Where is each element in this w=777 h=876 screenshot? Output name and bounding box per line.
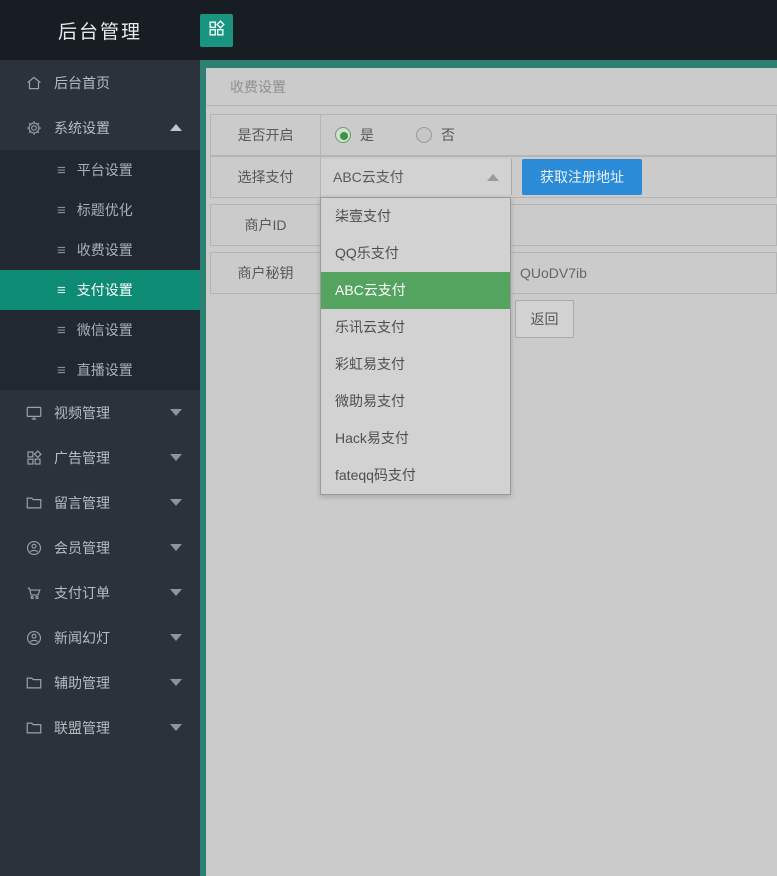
merchant-id-label: 商户ID <box>211 205 321 245</box>
list-icon: ≡ <box>57 201 66 219</box>
chevron-up-icon <box>170 124 182 131</box>
list-icon: ≡ <box>57 281 66 299</box>
enable-label: 是否开启 <box>211 115 321 155</box>
sidebar-item-alliance-management[interactable]: 联盟管理 <box>0 705 200 750</box>
sidebar-item-label: 微信设置 <box>76 322 133 338</box>
chevron-down-icon <box>170 589 182 596</box>
chevron-up-icon <box>487 173 499 181</box>
sidebar-item-ad-management[interactable]: 广告管理 <box>0 435 200 480</box>
radio-yes-label: 是 <box>360 127 374 143</box>
cart-icon <box>25 584 43 602</box>
admin-app: 后台管理 后台首页 系统设置 ≡ 平台设置 ≡ 标题优化 ≡ 收费设置 ≡ 支付… <box>0 0 777 876</box>
user-circle-icon <box>25 539 43 557</box>
sidebar-item-payment-orders[interactable]: 支付订单 <box>0 570 200 615</box>
sidebar-item-label: 支付订单 <box>54 584 110 601</box>
sidebar-item-message-management[interactable]: 留言管理 <box>0 480 200 525</box>
folder-icon <box>25 494 43 512</box>
sidebar-item-label: 会员管理 <box>54 539 110 556</box>
radio-selected-icon <box>335 127 351 143</box>
sidebar-item-system-settings[interactable]: 系统设置 <box>0 105 200 150</box>
top-header: 后台管理 <box>0 0 777 60</box>
merchant-key-label: 商户秘钥 <box>211 253 321 293</box>
dropdown-option[interactable]: 柒壹支付 <box>321 198 510 235</box>
gear-icon <box>25 119 43 137</box>
app-grid-button[interactable] <box>200 13 233 47</box>
sidebar-item-news-slides[interactable]: 新闻幻灯 <box>0 615 200 660</box>
user-circle-icon <box>25 629 43 647</box>
app-grid-icon <box>207 19 226 41</box>
sidebar-item-platform-settings[interactable]: ≡ 平台设置 <box>0 150 200 190</box>
list-icon: ≡ <box>57 361 66 379</box>
grid-icon <box>25 449 43 467</box>
folder-icon <box>25 719 43 737</box>
sidebar-item-label: 系统设置 <box>54 119 110 136</box>
dropdown-option[interactable]: fateqq码支付 <box>321 457 510 494</box>
main-content: 收费设置 是否开启 是 否 选择支付 ABC云支付 获取注册地址 商户ID 商户… <box>200 60 777 876</box>
radio-no-label: 否 <box>441 127 455 143</box>
back-button[interactable]: 返回 <box>515 300 574 338</box>
get-register-url-button[interactable]: 获取注册地址 <box>522 159 642 195</box>
chevron-down-icon <box>170 679 182 686</box>
sidebar-item-label: 直播设置 <box>76 362 133 378</box>
sidebar-item-video-management[interactable]: 视频管理 <box>0 390 200 435</box>
chevron-down-icon <box>170 544 182 551</box>
system-settings-submenu: ≡ 平台设置 ≡ 标题优化 ≡ 收费设置 ≡ 支付设置 ≡ 微信设置 ≡ 直播设… <box>0 150 200 390</box>
chevron-down-icon <box>170 634 182 641</box>
sidebar-item-label: 支付设置 <box>76 282 133 298</box>
sidebar-item-label: 广告管理 <box>54 449 110 466</box>
dropdown-option[interactable]: 微助易支付 <box>321 383 510 420</box>
dropdown-option[interactable]: Hack易支付 <box>321 420 510 457</box>
sidebar-item-auxiliary-management[interactable]: 辅助管理 <box>0 660 200 705</box>
sidebar-item-label: 视频管理 <box>54 404 110 421</box>
sidebar-item-label: 辅助管理 <box>54 674 110 691</box>
payment-select-value: ABC云支付 <box>333 169 404 185</box>
sidebar-item-label: 联盟管理 <box>54 719 110 736</box>
list-icon: ≡ <box>57 321 66 339</box>
form-row-pay-select: 选择支付 ABC云支付 获取注册地址 <box>210 156 777 198</box>
page-title: 收费设置 <box>206 68 777 106</box>
sidebar-item-label: 标题优化 <box>76 202 133 218</box>
payment-select-dropdown: 柒壹支付 QQ乐支付 ABC云支付 乐讯云支付 彩虹易支付 微助易支付 Hack… <box>320 197 511 495</box>
app-title: 后台管理 <box>57 21 142 43</box>
sidebar-item-label: 留言管理 <box>54 494 110 511</box>
dropdown-option[interactable]: 彩虹易支付 <box>321 346 510 383</box>
sidebar-item-fee-settings[interactable]: ≡ 收费设置 <box>0 230 200 270</box>
dropdown-option[interactable]: 乐讯云支付 <box>321 309 510 346</box>
radio-no[interactable]: 否 <box>416 125 455 145</box>
sidebar-item-title-seo[interactable]: ≡ 标题优化 <box>0 190 200 230</box>
list-icon: ≡ <box>57 241 66 259</box>
sidebar-item-live-settings[interactable]: ≡ 直播设置 <box>0 350 200 390</box>
sidebar-item-label: 后台首页 <box>54 74 110 91</box>
monitor-icon <box>25 404 43 422</box>
folder-icon <box>25 674 43 692</box>
pay-select-label: 选择支付 <box>211 157 321 197</box>
chevron-down-icon <box>170 409 182 416</box>
sidebar: 后台首页 系统设置 ≡ 平台设置 ≡ 标题优化 ≡ 收费设置 ≡ 支付设置 ≡ … <box>0 60 200 876</box>
sidebar-item-label: 新闻幻灯 <box>54 629 110 646</box>
radio-yes[interactable]: 是 <box>335 125 374 145</box>
radio-unselected-icon <box>416 127 432 143</box>
sidebar-item-label: 收费设置 <box>76 242 133 258</box>
home-icon <box>25 74 43 92</box>
sidebar-item-home[interactable]: 后台首页 <box>0 60 200 105</box>
sidebar-item-member-management[interactable]: 会员管理 <box>0 525 200 570</box>
chevron-down-icon <box>170 499 182 506</box>
dropdown-option-selected[interactable]: ABC云支付 <box>321 272 510 309</box>
sidebar-item-payment-settings[interactable]: ≡ 支付设置 <box>0 270 200 310</box>
form-row-enable: 是否开启 是 否 <box>210 114 777 156</box>
chevron-down-icon <box>170 724 182 731</box>
payment-select[interactable]: ABC云支付 <box>321 159 512 195</box>
list-icon: ≡ <box>57 161 66 179</box>
dropdown-option[interactable]: QQ乐支付 <box>321 235 510 272</box>
sidebar-item-wechat-settings[interactable]: ≡ 微信设置 <box>0 310 200 350</box>
chevron-down-icon <box>170 454 182 461</box>
sidebar-item-label: 平台设置 <box>76 162 133 178</box>
